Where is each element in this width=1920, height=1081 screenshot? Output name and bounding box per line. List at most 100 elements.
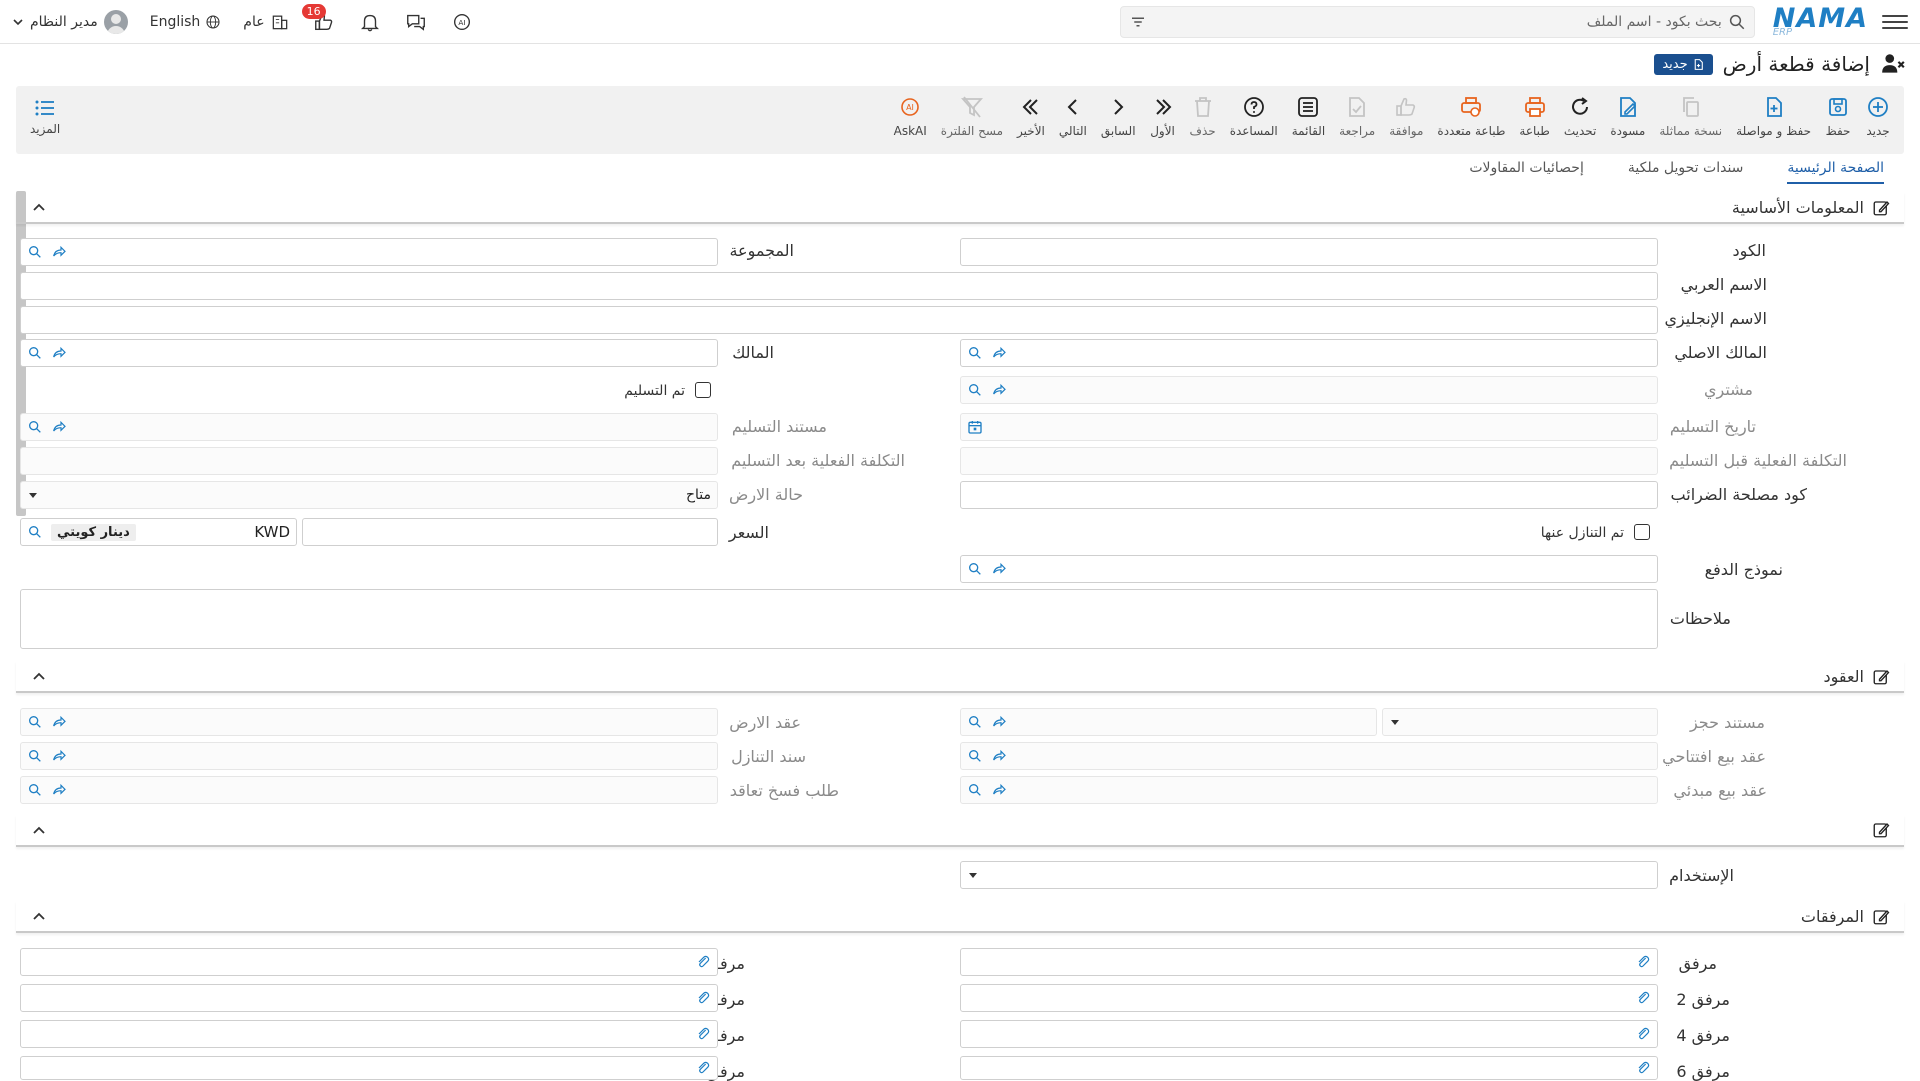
arabic-name-input[interactable] — [20, 272, 1658, 300]
draft-button[interactable]: مسودة — [1603, 94, 1652, 138]
english-name-input[interactable] — [20, 306, 1658, 334]
attachment-5-input[interactable] — [20, 1020, 718, 1048]
scope-switch[interactable]: عام — [243, 12, 289, 32]
delivery-doc-lookup[interactable] — [20, 413, 718, 441]
booking-doc-lookup[interactable] — [960, 708, 1377, 736]
list-button[interactable]: القائمة — [1285, 94, 1332, 138]
save-continue-button[interactable]: حفظ و مواصلة — [1729, 94, 1818, 138]
open-link-icon[interactable] — [51, 782, 67, 798]
notifications-button[interactable] — [358, 10, 382, 34]
delivered-checkbox[interactable] — [695, 382, 711, 398]
open-link-icon[interactable] — [991, 345, 1007, 361]
chevron-up-icon[interactable] — [32, 823, 46, 837]
search-lookup-icon[interactable] — [27, 714, 43, 730]
review-button[interactable]: مراجعة — [1332, 94, 1382, 138]
currency-lookup[interactable]: دينار كويتي KWD — [20, 518, 297, 546]
tab-ownership-transfers[interactable]: سندات تحويل ملكية — [1628, 160, 1744, 184]
tab-contracting-stats[interactable]: إحصائيات المقاولات — [1469, 160, 1584, 184]
next-button[interactable]: التالي — [1052, 94, 1094, 138]
filter-lines-icon[interactable] — [1129, 13, 1147, 31]
open-link-icon[interactable] — [51, 244, 67, 260]
paperclip-icon[interactable] — [1635, 990, 1651, 1006]
attachment-3-input[interactable] — [20, 984, 718, 1012]
delivery-date-input[interactable] — [960, 413, 1658, 441]
attachment-input[interactable] — [960, 948, 1658, 976]
language-switch[interactable]: English — [150, 14, 222, 30]
approvals-button[interactable]: 16 — [301, 4, 336, 34]
paperclip-icon[interactable] — [1635, 1026, 1651, 1042]
search-lookup-icon[interactable] — [967, 782, 983, 798]
open-link-icon[interactable] — [51, 345, 67, 361]
attachment-7-input[interactable] — [20, 1056, 718, 1080]
attachment-1-input[interactable] — [20, 948, 718, 976]
attachment-6-input[interactable] — [960, 1056, 1658, 1080]
search-icon[interactable] — [1728, 13, 1746, 31]
buyer-lookup[interactable] — [960, 376, 1658, 404]
land-status-select[interactable]: متاح — [20, 481, 718, 509]
termination-request-lookup[interactable] — [20, 776, 718, 804]
search-lookup-icon[interactable] — [967, 748, 983, 764]
delete-button[interactable]: حذف — [1183, 94, 1223, 138]
waiver-doc-lookup[interactable] — [20, 742, 718, 770]
app-logo[interactable]: NAMA ERP — [1773, 5, 1868, 38]
refresh-button[interactable]: تحديث — [1557, 94, 1604, 138]
search-lookup-icon[interactable] — [967, 714, 983, 730]
search-lookup-icon[interactable] — [27, 748, 43, 764]
search-lookup-icon[interactable] — [967, 382, 983, 398]
search-lookup-icon[interactable] — [27, 345, 43, 361]
cost-before-input[interactable] — [960, 447, 1658, 475]
original-owner-lookup[interactable] — [960, 339, 1658, 367]
paperclip-icon[interactable] — [695, 1060, 711, 1076]
usage-select[interactable] — [960, 861, 1658, 889]
waived-checkbox[interactable] — [1634, 524, 1650, 540]
clear-filter-button[interactable]: مسح الفلترة — [934, 94, 1010, 138]
section-attachments[interactable]: المرفقات — [16, 901, 1904, 933]
duplicate-button[interactable]: نسخة مماثلة — [1652, 94, 1729, 138]
ai-assistant-button[interactable]: AI — [450, 10, 474, 34]
open-link-icon[interactable] — [51, 714, 67, 730]
land-contract-lookup[interactable] — [20, 708, 718, 736]
search-lookup-icon[interactable] — [27, 782, 43, 798]
attachment-2-input[interactable] — [960, 984, 1658, 1012]
hamburger-menu-icon[interactable] — [1882, 9, 1908, 35]
approve-button[interactable]: موافقة — [1382, 94, 1430, 138]
open-link-icon[interactable] — [991, 561, 1007, 577]
chevron-up-icon[interactable] — [32, 909, 46, 923]
paperclip-icon[interactable] — [1635, 954, 1651, 970]
paperclip-icon[interactable] — [695, 990, 711, 1006]
tab-main[interactable]: الصفحة الرئيسية — [1787, 160, 1884, 184]
search-lookup-icon[interactable] — [27, 419, 43, 435]
calendar-icon[interactable] — [967, 419, 983, 435]
more-button[interactable]: المزيد — [30, 96, 60, 136]
search-lookup-icon[interactable] — [967, 345, 983, 361]
section-usage[interactable] — [16, 815, 1904, 847]
paperclip-icon[interactable] — [695, 954, 711, 970]
cost-after-input[interactable] — [20, 447, 718, 475]
attachment-4-input[interactable] — [960, 1020, 1658, 1048]
code-input[interactable] — [960, 238, 1658, 266]
notes-textarea[interactable] — [20, 589, 1658, 649]
booking-doc-type-select[interactable] — [1382, 708, 1658, 736]
owner-lookup[interactable] — [20, 339, 718, 367]
chevron-up-icon[interactable] — [32, 669, 46, 683]
first-button[interactable]: الأول — [1143, 94, 1183, 138]
print-button[interactable]: طباعة — [1512, 94, 1556, 138]
paperclip-icon[interactable] — [695, 1026, 711, 1042]
user-menu[interactable]: مدير النظام — [12, 10, 128, 34]
open-link-icon[interactable] — [51, 419, 67, 435]
paperclip-icon[interactable] — [1635, 1060, 1651, 1076]
search-lookup-icon[interactable] — [967, 561, 983, 577]
group-lookup[interactable] — [20, 238, 718, 266]
chat-button[interactable] — [404, 10, 428, 34]
last-button[interactable]: الأخير — [1010, 94, 1052, 138]
initial-sale-lookup[interactable] — [960, 776, 1658, 804]
section-basic-info[interactable]: المعلومات الأساسية — [16, 192, 1904, 224]
search-lookup-icon[interactable] — [27, 244, 43, 260]
open-link-icon[interactable] — [991, 748, 1007, 764]
askai-button[interactable]: AI AskAI — [887, 94, 934, 138]
help-button[interactable]: المساعدة — [1223, 94, 1285, 138]
previous-button[interactable]: السابق — [1094, 94, 1143, 138]
multi-print-button[interactable]: طباعة متعددة — [1430, 94, 1512, 138]
open-link-icon[interactable] — [51, 748, 67, 764]
opening-sale-lookup[interactable] — [960, 742, 1658, 770]
